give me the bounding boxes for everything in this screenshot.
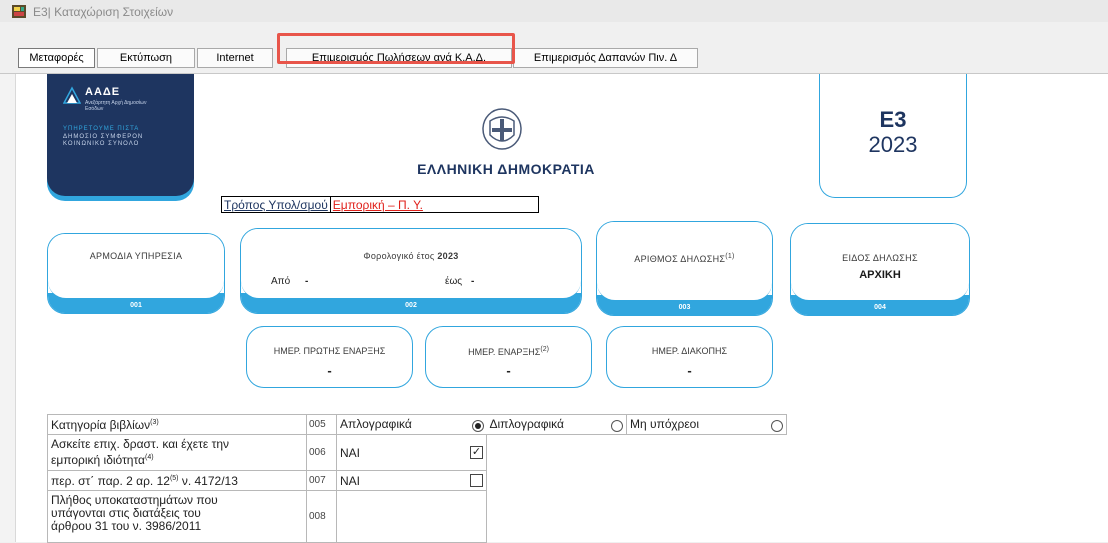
form-name: Ε3 <box>879 107 907 132</box>
declaration-type-title: ΕΙΔΟΣ ΔΗΛΩΣΗΣ <box>842 253 918 263</box>
books-option-3-radio[interactable] <box>771 420 783 432</box>
article12-sup: (5) <box>169 474 179 482</box>
form-year: 2023 <box>868 132 918 157</box>
books-option-3-label: Μη υπόχρεοι <box>630 417 700 431</box>
service-field[interactable]: ΑΡΜΟΔΙΑ ΥΠΗΡΕΣΙΑ 001 <box>47 233 225 314</box>
branches-label-3: άρθρου 31 του ν. 3986/2011 <box>51 519 202 533</box>
to-value[interactable]: - <box>471 276 474 287</box>
print-button[interactable]: Εκτύπωση <box>97 48 195 68</box>
commercial-value-cell: ΝΑΙ ✓ <box>336 434 487 471</box>
greek-emblem-icon <box>482 108 522 150</box>
from-value[interactable]: - <box>305 276 308 287</box>
logo-motto-1: ΥΠΗΡΕΤΟΥΜΕ ΠΙΣΤΑ <box>63 126 140 132</box>
commercial-sup: (4) <box>144 454 154 461</box>
start-date-title: ΗΜΕΡ. ΕΝΑΡΞΗΣ(2) <box>426 346 591 357</box>
commercial-checkbox[interactable]: ✓ <box>470 445 483 459</box>
commercial-value: ΝΑΙ <box>340 445 361 460</box>
to-label: έως <box>445 276 463 287</box>
first-start-date-title: ΗΜΕΡ. ΠΡΩΤΗΣ ΕΝΑΡΞΗΣ <box>273 346 386 356</box>
logo-motto-2: ΔΗΜΟΣΙΟ ΣΥΜΦΕΡΟΝ ΚΟΙΝΩΝΙΚΟ ΣΥΝΟΛΟ <box>63 134 144 147</box>
start-date-field[interactable]: ΗΜΕΡ. ΕΝΑΡΞΗΣ(2) - <box>425 326 592 388</box>
branches-label-1: Πλήθος υποκαταστημάτων που <box>51 493 218 507</box>
stop-date-field[interactable]: ΗΜΕΡ. ΔΙΑΚΟΠΗΣ - <box>606 326 773 388</box>
books-option-1: Απλογραφικά <box>336 414 487 435</box>
start-date-value: - <box>506 363 511 378</box>
table-row: Κατηγορία βιβλίων(3) 005 Απλογραφικά Διπ… <box>47 414 787 435</box>
service-code: 001 <box>48 293 224 313</box>
books-option-1-radio[interactable] <box>471 420 484 432</box>
expense-allocation-button[interactable]: Επιμερισμός Δαπανών Πιν. Δ <box>513 48 698 68</box>
tax-year-prefix: Φορολογικό έτος <box>363 251 435 261</box>
calculation-method-value[interactable]: Εμπορική – Π. Υ. <box>329 197 423 212</box>
books-option-3: Μη υπόχρεοι <box>626 414 787 435</box>
commercial-label-1: Ασκείτε επιχ. δραστ. και έχετε την <box>51 437 229 451</box>
books-option-1-label: Απλογραφικά <box>340 417 412 431</box>
calculation-method-label[interactable]: Τρόπος Υπολ/σμού <box>222 198 330 212</box>
books-option-2: Διπλογραφικά <box>486 414 627 435</box>
form-id-box: Ε3 2023 <box>819 74 967 198</box>
calculation-method: Τρόπος Υπολ/σμού Εμπορική – Π. Υ. <box>221 196 539 213</box>
details-table: Κατηγορία βιβλίων(3) 005 Απλογραφικά Διπ… <box>47 414 787 543</box>
commercial-label-cell: Ασκείτε επιχ. δραστ. και έχετε την εμπορι… <box>47 434 307 471</box>
tax-year-year: 2023 <box>437 251 459 261</box>
start-date-label: ΗΜΕΡ. ΕΝΑΡΞΗΣ <box>468 347 541 357</box>
start-date-sup: (2) <box>540 346 549 353</box>
article12-label-cell: περ. στ΄ παρ. 2 αρ. 12(5) ν. 4172/13 <box>47 470 307 491</box>
stop-date-value: - <box>687 363 692 378</box>
form-area: ΑΑΔΕ Ανεξάρτητη Αρχή Δημοσίων Εσόδων ΥΠΗ… <box>0 74 1108 543</box>
books-sup: (3) <box>150 418 159 426</box>
article12-label-post: ν. 4172/13 <box>178 473 238 488</box>
tax-year-code: 002 <box>241 293 581 313</box>
declaration-number-field[interactable]: ΑΡΙΘΜΟΣ ΔΗΛΩΣΗΣ(1) 003 <box>596 221 773 316</box>
republic-title: ΕΛΛΗΝΙΚΗ ΔΗΜΟΚΡΑΤΙΑ <box>417 161 595 177</box>
article12-value: ΝΑΙ <box>340 473 361 488</box>
books-option-2-radio[interactable] <box>611 420 623 432</box>
books-label: Κατηγορία βιβλίων <box>51 417 151 432</box>
logo-brand: ΑΑΔΕ <box>85 86 121 98</box>
title-bar: Ε3| Καταχώριση Στοιχείων <box>0 0 1108 22</box>
left-margin <box>0 74 16 542</box>
tax-year-field[interactable]: Φορολογικό έτος 2023 Από - έως - 002 <box>240 228 582 314</box>
toolbar: Μεταφορές Εκτύπωση Internet Επιμερισμός … <box>0 22 1108 74</box>
window-title: Ε3| Καταχώριση Στοιχείων <box>33 5 174 19</box>
from-label: Από <box>271 276 291 287</box>
commercial-label-2: εμπορική ιδιότητα <box>51 453 145 467</box>
books-label-cell: Κατηγορία βιβλίων(3) <box>47 414 307 435</box>
declaration-number-code: 003 <box>597 295 772 315</box>
declaration-type-value: ΑΡΧΙΚΗ <box>859 269 901 281</box>
commercial-code: 006 <box>306 434 337 471</box>
article12-checkbox[interactable] <box>470 473 483 487</box>
article12-code: 007 <box>306 470 337 491</box>
service-title: ΑΡΜΟΔΙΑ ΥΠΗΡΕΣΙΑ <box>89 251 183 261</box>
books-option-2-label: Διπλογραφικά <box>489 417 564 431</box>
books-code: 005 <box>306 414 337 435</box>
internet-button[interactable]: Internet <box>197 48 273 68</box>
tax-year-title: Φορολογικό έτος 2023 <box>241 251 581 261</box>
first-start-date-field[interactable]: ΗΜΕΡ. ΠΡΩΤΗΣ ΕΝΑΡΞΗΣ - <box>246 326 413 388</box>
table-row: Ασκείτε επιχ. δραστ. και έχετε την εμπορι… <box>47 434 787 471</box>
declaration-number-label: ΑΡΙΘΜΟΣ ΔΗΛΩΣΗΣ <box>634 254 726 264</box>
declaration-number-title: ΑΡΙΘΜΟΣ ΔΗΛΩΣΗΣ(1) <box>597 253 772 264</box>
branches-code: 008 <box>306 490 337 543</box>
article12-label-pre: περ. στ΄ παρ. 2 αρ. 12 <box>51 473 170 488</box>
transfers-button[interactable]: Μεταφορές <box>18 48 95 68</box>
sales-allocation-button[interactable]: Επιμερισμός Πωλήσεων ανά Κ.Α.Δ. <box>286 48 512 68</box>
table-row: περ. στ΄ παρ. 2 αρ. 12(5) ν. 4172/13 007… <box>47 470 787 491</box>
branches-label-cell: Πλήθος υποκαταστημάτων που υπάγονται στις… <box>47 490 307 543</box>
aade-icon <box>63 86 81 104</box>
declaration-type-code: 004 <box>791 295 969 315</box>
declaration-type-field[interactable]: ΕΙΔΟΣ ΔΗΛΩΣΗΣ ΑΡΧΙΚΗ 004 <box>790 223 970 316</box>
branches-value-cell[interactable] <box>336 490 487 543</box>
article12-value-cell: ΝΑΙ <box>336 470 487 491</box>
aade-logo: ΑΑΔΕ Ανεξάρτητη Αρχή Δημοσίων Εσόδων ΥΠΗ… <box>47 74 194 196</box>
table-row: Πλήθος υποκαταστημάτων που υπάγονται στις… <box>47 490 787 543</box>
branches-label-2: υπάγονται στις διατάξεις του <box>51 506 201 520</box>
declaration-number-sup: (1) <box>725 253 735 260</box>
first-start-date-value: - <box>327 363 332 378</box>
stop-date-title: ΗΜΕΡ. ΔΙΑΚΟΠΗΣ <box>651 346 728 356</box>
app-icon <box>12 5 26 18</box>
logo-brand-sub: Ανεξάρτητη Αρχή Δημοσίων Εσόδων <box>85 100 147 112</box>
